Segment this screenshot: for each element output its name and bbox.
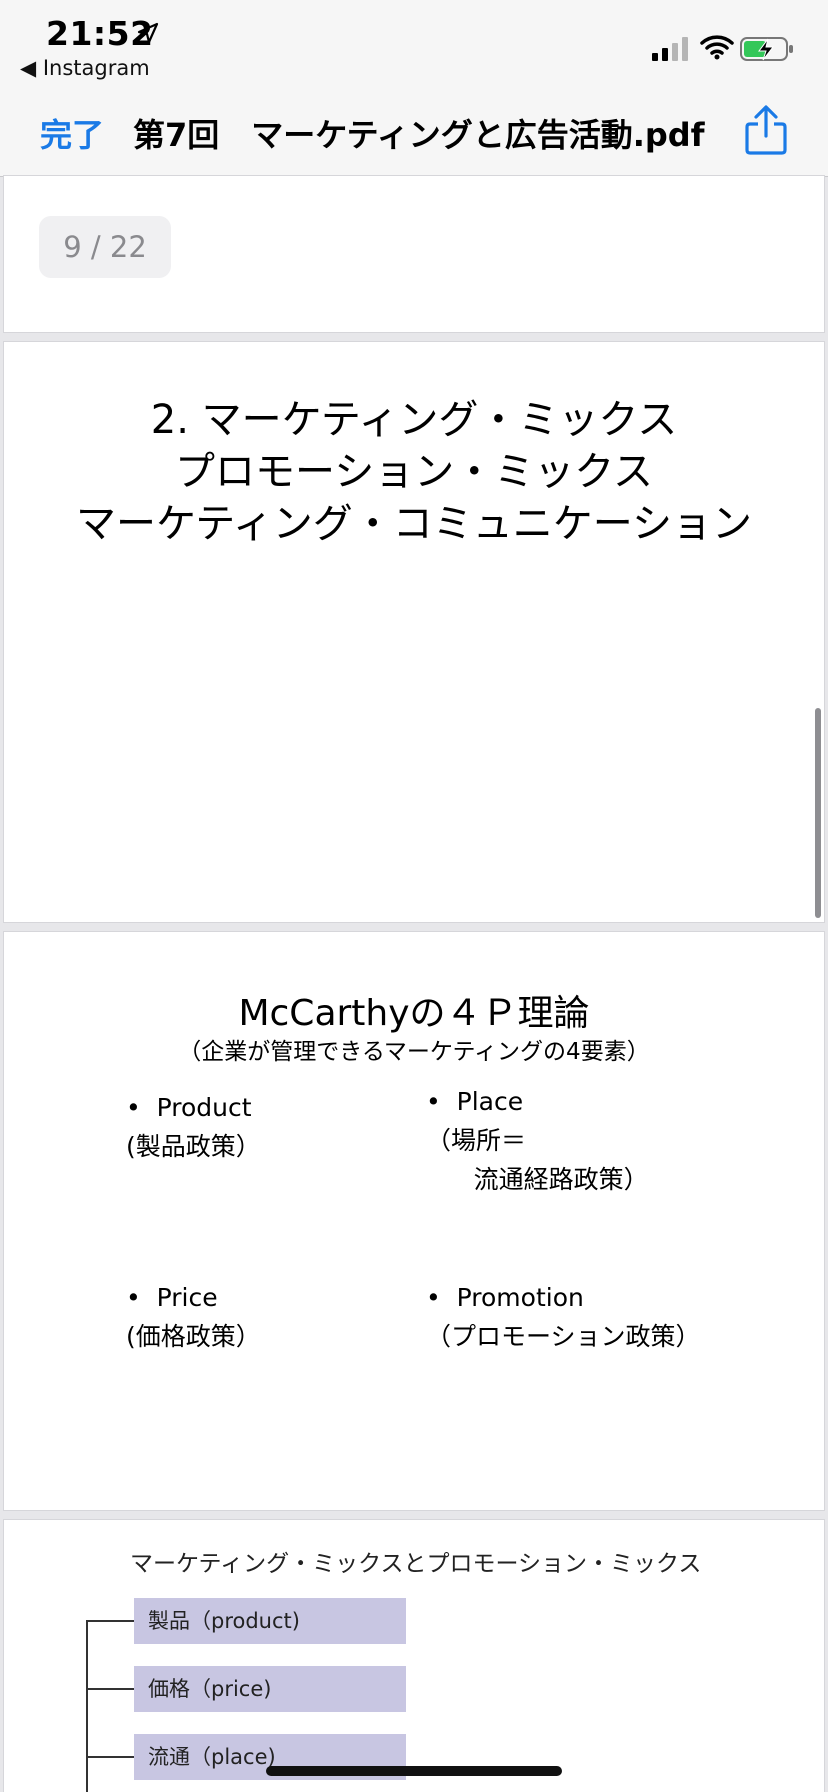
scroll-indicator[interactable] bbox=[815, 708, 821, 918]
pdf-page-marketing-mix: マーケティング・ミックスとプロモーション・ミックス 製品（product) 価格… bbox=[4, 1520, 824, 1792]
slide-subheading: （企業が管理できるマーケティングの4要素） bbox=[178, 1039, 650, 1065]
pdf-page: 9 / 22 bbox=[4, 176, 824, 332]
wifi-icon bbox=[700, 35, 734, 60]
document-nav-bar: 完了 第7回 マーケティングと広告活動.pdf bbox=[0, 90, 828, 177]
slide-title-line-2: プロモーション・ミックス bbox=[175, 449, 653, 495]
document-title: 第7回 マーケティングと広告活動.pdf bbox=[133, 116, 705, 154]
cellular-signal-icon bbox=[652, 37, 688, 61]
pdf-page-4p-theory: McCarthyの４Ｐ理論 （企業が管理できるマーケティングの4要素） • Pr… bbox=[4, 932, 824, 1510]
tree-connector bbox=[86, 1756, 136, 1758]
done-button[interactable]: 完了 bbox=[40, 110, 104, 156]
location-arrow-icon bbox=[137, 22, 159, 44]
home-indicator[interactable] bbox=[266, 1766, 562, 1776]
slide-title-line-1: 2. マーケティング・ミックス bbox=[150, 397, 678, 443]
tree-connector-vertical bbox=[86, 1620, 88, 1792]
promotion-item: • Promotion （プロモーション政策） bbox=[426, 1283, 701, 1351]
share-icon[interactable] bbox=[744, 104, 788, 156]
status-bar: 21:52 ◀ Instagram bbox=[0, 0, 828, 90]
slide-heading: McCarthyの４Ｐ理論 bbox=[238, 993, 590, 1034]
slide-title-line-3: マーケティング・コミュニケーション bbox=[76, 501, 752, 547]
back-to-app-link[interactable]: ◀ Instagram bbox=[20, 56, 150, 80]
page-indicator: 9 / 22 bbox=[39, 216, 171, 278]
diagram-box-product: 製品（product) bbox=[134, 1598, 406, 1644]
pdf-page-section-title: 2. マーケティング・ミックス プロモーション・ミックス マーケティング・コミュ… bbox=[4, 342, 824, 922]
diagram-box-price: 価格（price) bbox=[134, 1666, 406, 1712]
product-item: • Product (製品政策） bbox=[126, 1093, 261, 1161]
diagram-title: マーケティング・ミックスとプロモーション・ミックス bbox=[130, 1551, 702, 1577]
tree-connector bbox=[86, 1620, 136, 1622]
tree-connector bbox=[86, 1688, 136, 1690]
battery-charging-icon bbox=[740, 37, 793, 61]
place-item: • Place （場所＝ 流通経路政策） bbox=[426, 1087, 649, 1194]
price-item: • Price (価格政策） bbox=[126, 1283, 261, 1351]
